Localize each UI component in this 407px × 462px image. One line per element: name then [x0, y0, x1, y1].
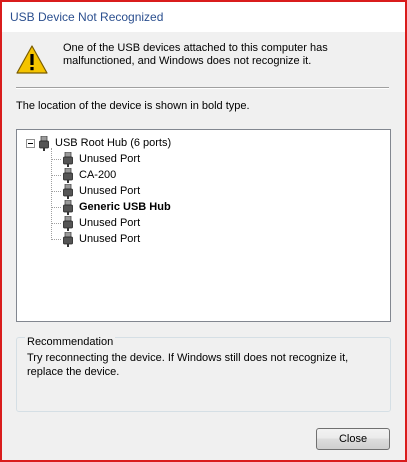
warning-message: One of the USB devices attached to this … [63, 42, 328, 67]
tree-item-label: Unused Port [79, 233, 141, 245]
tree-item-label: Unused Port [79, 217, 141, 229]
tree-item-port-5[interactable]: Unused Port [51, 215, 171, 231]
usb-plug-icon [63, 167, 73, 183]
recommendation-group: Recommendation Try reconnecting the devi… [16, 336, 391, 412]
tree-root-usb-root-hub[interactable]: USB Root Hub (6 ports) [26, 135, 171, 151]
divider [16, 87, 389, 89]
tree-item-label: Unused Port [79, 153, 141, 165]
tree-item-port-2[interactable]: CA-200 [51, 167, 171, 183]
recommendation-text: Try reconnecting the device. If Windows … [27, 352, 349, 378]
tree-children: Unused Port CA-200 Unused Port Generic U… [51, 151, 171, 247]
window-title: USB Device Not Recognized [10, 10, 164, 24]
usb-dialog-window: USB Device Not Recognized One of the USB… [0, 0, 407, 462]
tree-item-label: CA-200 [79, 169, 117, 181]
usb-plug-icon [63, 199, 73, 215]
usb-plug-icon [63, 215, 73, 231]
tree-connector-line [51, 148, 52, 238]
usb-plug-icon [63, 151, 73, 167]
usb-plug-icon [63, 183, 73, 199]
usb-plug-icon [63, 231, 73, 247]
title-bar[interactable]: USB Device Not Recognized [2, 2, 405, 32]
collapse-icon[interactable] [26, 138, 35, 148]
recommendation-title: Recommendation [25, 336, 116, 348]
tree-item-port-3[interactable]: Unused Port [51, 183, 171, 199]
close-button[interactable]: Close [316, 428, 390, 450]
usb-plug-icon [39, 135, 49, 151]
tree-item-label: Unused Port [79, 185, 141, 197]
tree-item-port-4[interactable]: Generic USB Hub [51, 199, 171, 215]
warning-icon [16, 45, 48, 74]
tree-root-label: USB Root Hub (6 ports) [55, 137, 172, 149]
location-instructions: The location of the device is shown in b… [16, 100, 250, 112]
tree-item-port-1[interactable]: Unused Port [51, 151, 171, 167]
tree-item-port-6[interactable]: Unused Port [51, 231, 171, 247]
tree-item-label: Generic USB Hub [79, 201, 171, 213]
warning-panel: One of the USB devices attached to this … [2, 32, 405, 82]
device-tree[interactable]: USB Root Hub (6 ports) Unused Port CA-20… [16, 129, 391, 322]
